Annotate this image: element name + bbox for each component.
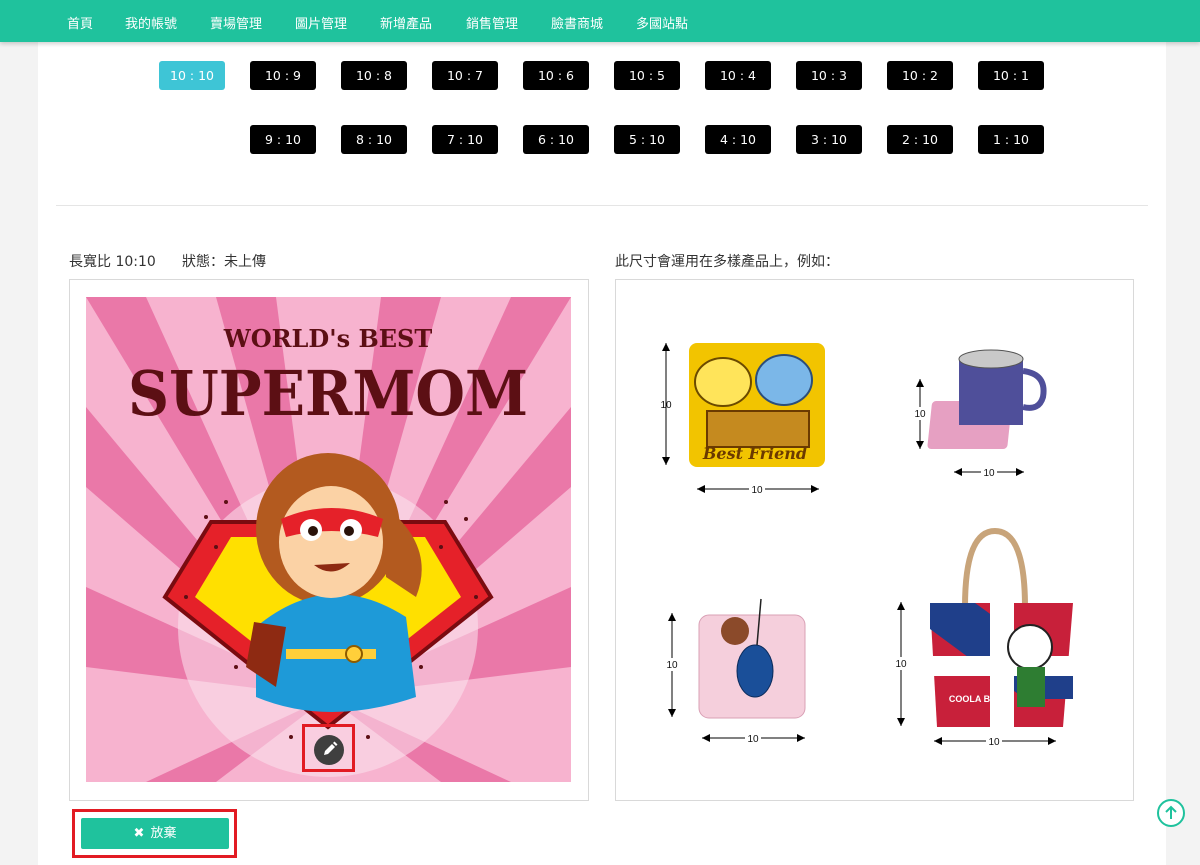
discard-button-label: 放棄 <box>150 826 177 841</box>
artwork-line-2: SUPERMOM <box>128 357 528 430</box>
ratio-button-3-10[interactable]: 3 : 10 <box>796 125 862 154</box>
ratio-button-10-9[interactable]: 10 : 9 <box>250 61 316 90</box>
ratio-button-10-2[interactable]: 10 : 2 <box>887 61 953 90</box>
tote-text: COOLA BEAR <box>949 694 1010 704</box>
ratio-button-5-10[interactable]: 5 : 10 <box>614 125 680 154</box>
nav-item-store-management[interactable]: 賣場管理 <box>210 13 262 32</box>
ratio-button-10-7[interactable]: 10 : 7 <box>432 61 498 90</box>
ratio-button-1-10[interactable]: 1 : 10 <box>978 125 1044 154</box>
arrow-up-icon <box>1165 805 1177 819</box>
artwork-line-1: WORLD's BEST <box>223 324 433 353</box>
examples-heading: 此尺寸會運用在多樣產品上，例如： <box>615 254 839 270</box>
pillow-example: Best Friend 10 10 <box>660 343 825 496</box>
ratio-button-10-6[interactable]: 10 : 6 <box>523 61 589 90</box>
nav-item-international-sites[interactable]: 多國站點 <box>636 13 688 32</box>
tote-width-label: 10 <box>988 737 1000 748</box>
mousepad-height-label: 10 <box>666 660 678 671</box>
pillow-height-label: 10 <box>660 400 672 411</box>
ratio-button-10-5[interactable]: 10 : 5 <box>614 61 680 90</box>
times-icon: ✖ <box>133 826 145 841</box>
nav-item-sales-management[interactable]: 銷售管理 <box>466 13 518 32</box>
pillow-text: Best Friend <box>702 444 807 463</box>
ratio-button-9-10[interactable]: 9 : 10 <box>250 125 316 154</box>
ratio-button-10-3[interactable]: 10 : 3 <box>796 61 862 90</box>
ratio-button-8-10[interactable]: 8 : 10 <box>341 125 407 154</box>
ratio-button-7-10[interactable]: 7 : 10 <box>432 125 498 154</box>
tote-bag-example: COOLA BEAR 10 10 <box>895 527 1073 748</box>
ratio-button-10-4[interactable]: 10 : 4 <box>705 61 771 90</box>
nav-item-add-product[interactable]: 新增產品 <box>380 13 432 32</box>
nav-item-facebook-shop[interactable]: 臉書商城 <box>551 13 603 32</box>
ratio-button-10-8[interactable]: 10 : 8 <box>341 61 407 90</box>
nav-item-my-account[interactable]: 我的帳號 <box>125 13 177 32</box>
section-divider <box>56 205 1148 206</box>
mousepad-width-label: 10 <box>747 734 759 745</box>
mug-height-label: 10 <box>914 409 926 420</box>
top-nav: 首頁 我的帳號 賣場管理 圖片管理 新增產品 銷售管理 臉書商城 多國站點 <box>0 0 1200 42</box>
discard-button[interactable]: ✖ 放棄 <box>81 818 229 849</box>
ratio-button-10-1[interactable]: 10 : 1 <box>978 61 1044 90</box>
ratio-button-4-10[interactable]: 4 : 10 <box>705 125 771 154</box>
uploaded-image: WORLD's BEST SUPERMOM <box>86 297 571 782</box>
back-to-top-button[interactable] <box>1157 799 1185 827</box>
ratio-button-2-10[interactable]: 2 : 10 <box>887 125 953 154</box>
nav-item-home[interactable]: 首頁 <box>67 13 93 32</box>
tote-height-label: 10 <box>895 659 907 670</box>
pencil-icon <box>324 741 338 755</box>
product-examples: Best Friend 10 10 10 10 10 10 COOLA BEAR… <box>660 343 1073 748</box>
nav-item-image-management[interactable]: 圖片管理 <box>295 13 347 32</box>
pillow-width-label: 10 <box>751 485 763 496</box>
ratio-button-10-10[interactable]: 10 : 10 <box>159 61 225 90</box>
edit-image-button[interactable] <box>314 735 344 765</box>
mug-coaster-example: 10 10 <box>914 349 1047 479</box>
ratio-button-6-10[interactable]: 6 : 10 <box>523 125 589 154</box>
mug-width-label: 10 <box>983 468 995 479</box>
mousepad-example: 10 10 <box>666 598 806 745</box>
upload-status-label: 狀態：未上傳 <box>182 254 266 270</box>
aspect-ratio-label: 長寬比 10:10 <box>69 254 156 270</box>
